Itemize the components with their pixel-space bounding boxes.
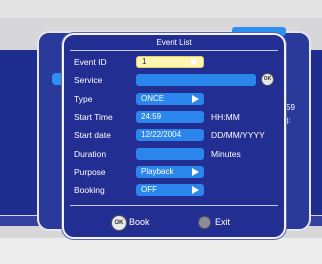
exit-label[interactable]: Exit: [215, 217, 230, 227]
booking-value: OFF: [141, 185, 157, 194]
exit-icon[interactable]: [198, 216, 211, 229]
right-arrow-icon: [192, 186, 199, 194]
type-field[interactable]: ONCE: [136, 93, 204, 105]
start-time-field[interactable]: 24:59: [136, 111, 204, 123]
booking-field[interactable]: OFF: [136, 184, 204, 196]
event-id-field[interactable]: 1: [136, 56, 204, 68]
title-divider: [70, 50, 278, 51]
right-arrow-icon: [192, 95, 199, 103]
right-arrow-icon: [192, 168, 199, 176]
start-time-label: Start Time: [74, 112, 113, 122]
event-id-label: Event ID: [74, 57, 107, 67]
start-date-field[interactable]: 12/22/2004: [136, 129, 204, 141]
start-time-unit: HH:MM: [211, 112, 240, 122]
right-arrow-icon: [191, 58, 198, 66]
purpose-label: Purpose: [74, 167, 106, 177]
type-label: Type: [74, 94, 93, 104]
duration-label: Duration: [74, 149, 107, 159]
purpose-value: Playback: [141, 167, 174, 176]
footer-divider: [70, 205, 278, 206]
start-time-value: 24:59: [141, 112, 162, 121]
service-label: Service: [74, 75, 103, 85]
start-date-value: 12/22/2004: [141, 130, 182, 139]
type-value: ONCE: [141, 94, 165, 103]
duration-unit: Minutes: [211, 149, 241, 159]
service-ok-button[interactable]: OK: [261, 73, 274, 86]
start-date-unit: DD/MM/YYYY: [211, 130, 265, 140]
book-label[interactable]: Book: [129, 217, 150, 227]
service-field[interactable]: [136, 74, 256, 86]
duration-field[interactable]: [136, 148, 204, 160]
background-top: [0, 0, 322, 18]
ok-icon[interactable]: OK: [111, 215, 127, 231]
dialog-title: Event List: [156, 38, 192, 47]
booking-label: Booking: [74, 185, 105, 195]
background-partial-number: 59: [286, 103, 295, 112]
background-partial-colon: ):: [286, 116, 291, 125]
start-date-label: Start date: [74, 130, 111, 140]
purpose-field[interactable]: Playback: [136, 166, 204, 178]
event-id-value: 1: [142, 57, 147, 66]
background-bottom: [0, 238, 322, 264]
event-list-dialog: Event List Event ID 1 Service OK Type ON…: [62, 33, 286, 239]
